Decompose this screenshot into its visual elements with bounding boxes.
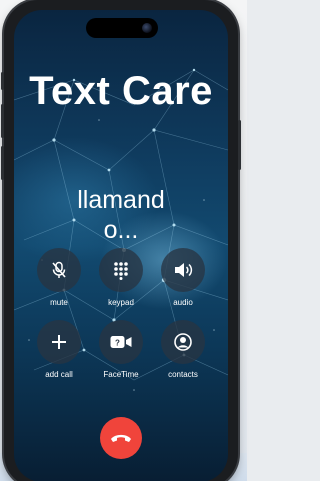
person-circle-icon (174, 333, 192, 351)
phone-frame: Text Care llamand o... mute keypad audio… (1, 0, 241, 481)
keypad-label: keypad (108, 298, 134, 307)
mute-circle[interactable] (37, 248, 81, 292)
add-call-label: add call (45, 370, 73, 379)
add-call-circle[interactable] (37, 320, 81, 364)
volume-up-button (1, 104, 4, 138)
facetime-circle[interactable]: ? (99, 320, 143, 364)
photo-background: Text Care llamand o... mute keypad audio… (0, 0, 247, 481)
contacts-circle[interactable] (161, 320, 205, 364)
keypad-button[interactable]: keypad (91, 248, 151, 308)
keypad-icon (114, 262, 128, 280)
call-status-line-2: o... (103, 216, 139, 244)
contacts-button[interactable]: contacts (153, 320, 213, 380)
front-camera-icon (142, 23, 152, 33)
contacts-label: contacts (168, 370, 198, 379)
call-status: llamand o... (14, 185, 228, 245)
add-call-button[interactable]: add call (29, 320, 89, 380)
keypad-circle[interactable] (99, 248, 143, 292)
phone-hangup-icon (111, 434, 131, 442)
facetime-label: FaceTime (103, 370, 139, 379)
caller-name: Text Care (29, 69, 213, 113)
call-screen: Text Care llamand o... mute keypad audio… (14, 10, 228, 481)
volume-down-button (1, 146, 4, 180)
power-button (238, 120, 241, 170)
facetime-button[interactable]: ? FaceTime (91, 320, 151, 380)
call-status-line-1: llamand (77, 186, 165, 214)
svg-text:?: ? (115, 339, 120, 348)
audio-label: audio (173, 298, 193, 307)
audio-button[interactable]: audio (153, 248, 213, 308)
video-camera-icon: ? (110, 336, 132, 348)
mute-label: mute (50, 298, 68, 307)
audio-circle[interactable] (161, 248, 205, 292)
mute-button[interactable]: mute (29, 248, 89, 308)
plus-icon (52, 335, 66, 349)
end-call-button[interactable] (100, 417, 142, 459)
speaker-icon (175, 263, 193, 277)
action-button (1, 72, 4, 90)
mic-slash-icon (52, 261, 66, 278)
dynamic-island (86, 18, 158, 38)
